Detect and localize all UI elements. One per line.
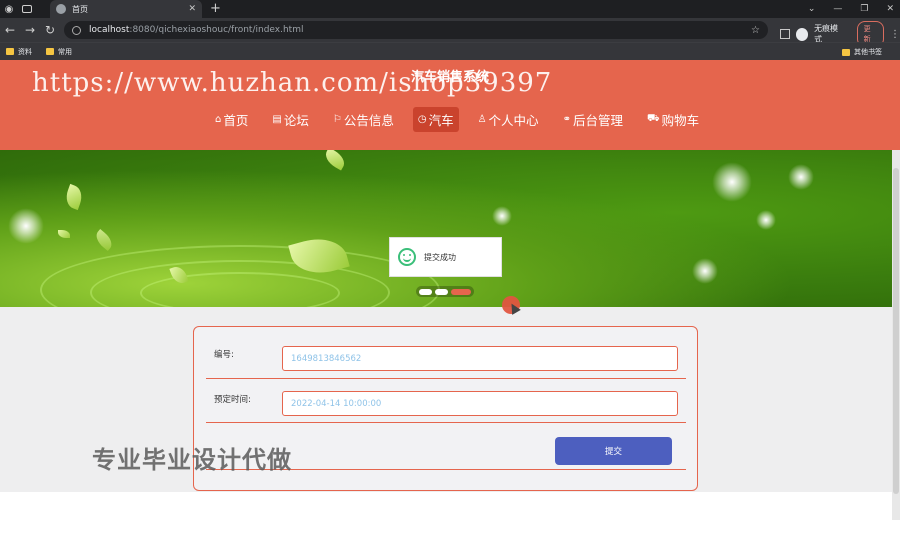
nav-label: 个人中心 xyxy=(488,113,539,128)
tab-title: 首页 xyxy=(72,4,88,14)
nav-label: 公告信息 xyxy=(343,113,394,128)
home-icon: ⌂ xyxy=(215,114,222,125)
main-nav: ⌂ 首页 ▤ 论坛 ⚐ 公告信息 ◷ 汽车 ♙ 个人中心 ⚭ 后台管理 ⛟ 购物车 xyxy=(210,107,704,132)
restore-icon[interactable]: ❐ xyxy=(860,4,868,14)
browser-profile-icon[interactable]: ◉ xyxy=(0,0,18,18)
light-glow xyxy=(8,208,44,244)
incognito-icon xyxy=(795,27,809,41)
chevron-down-icon[interactable]: ⌄ xyxy=(808,4,816,14)
time-label: 预定时间: xyxy=(214,395,251,405)
light-glow xyxy=(788,164,814,190)
carousel-dot[interactable] xyxy=(419,288,432,295)
user-icon: ♙ xyxy=(477,114,487,125)
water-ripple xyxy=(140,272,340,307)
form-row-time: 预定时间: xyxy=(206,379,686,423)
leaf-image xyxy=(92,228,116,252)
ad-watermark-text: 专业毕业设计代做 xyxy=(92,446,292,474)
tab-overview-icon[interactable] xyxy=(18,0,36,18)
site-header: 汽车销售系统 https://www.huzhan.com/ishop39397… xyxy=(0,60,900,150)
reload-icon[interactable]: ↻ xyxy=(40,23,60,37)
forum-icon: ▤ xyxy=(272,114,282,125)
folder-icon xyxy=(6,48,14,55)
nav-item-profile[interactable]: ♙ 个人中心 xyxy=(473,107,544,132)
bookmark-label: 常用 xyxy=(58,47,72,56)
cart-icon: ⛟ xyxy=(646,113,660,124)
link-icon: ⚭ xyxy=(562,114,571,125)
success-toast: 提交成功 xyxy=(389,237,502,277)
bookmark-star-icon[interactable]: ☆ xyxy=(751,25,760,36)
folder-icon xyxy=(842,48,850,56)
menu-kebab-icon[interactable]: ⋮ xyxy=(890,29,900,40)
nav-item-admin[interactable]: ⚭ 后台管理 xyxy=(558,107,628,132)
id-label: 编号: xyxy=(214,350,234,360)
window-controls: ⌄ — ❐ ✕ xyxy=(808,0,894,18)
nav-label: 购物车 xyxy=(661,113,700,128)
browser-tab-bar: ◉ 首页 ✕ + ⌄ — ❐ ✕ xyxy=(0,0,900,18)
close-tab-icon[interactable]: ✕ xyxy=(188,4,196,14)
submit-button[interactable]: 提交 xyxy=(555,437,672,465)
bookmark-folder-2[interactable]: 常用 xyxy=(46,47,72,57)
address-bar[interactable]: localhost:8080/qichexiaoshouc/front/inde… xyxy=(64,21,768,39)
globe-icon xyxy=(56,4,66,14)
browser-tab[interactable]: 首页 ✕ xyxy=(50,0,202,18)
nav-item-cars[interactable]: ◷ 汽车 xyxy=(412,107,459,132)
carousel-indicators xyxy=(416,286,474,297)
nav-item-forum[interactable]: ▤ 论坛 xyxy=(267,107,313,132)
nav-item-announcements[interactable]: ⚐ 公告信息 xyxy=(328,107,399,132)
clock-icon: ◷ xyxy=(417,114,427,125)
light-glow xyxy=(756,210,776,230)
browser-toolbar: ← → ↻ localhost:8080/qichexiaoshouc/fron… xyxy=(0,18,900,47)
minimize-icon[interactable]: — xyxy=(833,4,842,14)
light-glow xyxy=(492,206,512,226)
nav-label: 汽车 xyxy=(428,113,454,128)
id-input[interactable] xyxy=(282,346,678,371)
other-bookmarks[interactable]: 其他书签 xyxy=(842,43,882,61)
bookmark-folder-1[interactable]: 资料 xyxy=(6,47,32,57)
watermark-text: https://www.huzhan.com/ishop39397 xyxy=(32,68,553,98)
bookmark-label: 资料 xyxy=(18,47,32,56)
nav-label: 论坛 xyxy=(283,113,309,128)
new-tab-button[interactable]: + xyxy=(210,0,221,18)
time-input[interactable] xyxy=(282,391,678,416)
folder-icon xyxy=(46,48,54,55)
bookmark-label: 其他书签 xyxy=(854,48,882,56)
light-glow xyxy=(712,162,752,202)
banner-carousel: 提交成功 xyxy=(0,150,900,307)
toast-message: 提交成功 xyxy=(424,252,456,262)
page-footer-area xyxy=(0,492,900,540)
form-row-id: 编号: xyxy=(206,339,686,379)
flag-icon: ⚐ xyxy=(332,114,342,125)
leaf-image xyxy=(62,183,86,211)
site-info-icon[interactable] xyxy=(72,25,81,35)
bookmarks-bar: 资料 常用 其他书签 xyxy=(0,42,900,60)
close-window-icon[interactable]: ✕ xyxy=(886,4,894,14)
nav-label: 首页 xyxy=(223,113,249,128)
back-icon[interactable]: ← xyxy=(0,23,20,37)
smile-icon xyxy=(398,248,416,266)
carousel-dot[interactable] xyxy=(435,288,448,295)
light-glow xyxy=(692,258,718,284)
nav-item-cart[interactable]: ⛟ 购物车 xyxy=(642,107,704,132)
leaf-image xyxy=(58,230,70,238)
nav-item-home[interactable]: ⌂ 首页 xyxy=(210,107,253,132)
url-host: localhost xyxy=(89,25,130,35)
scrollbar-thumb[interactable] xyxy=(893,168,899,494)
carousel-dot-active[interactable] xyxy=(451,288,471,295)
side-panel-icon[interactable] xyxy=(780,29,790,39)
forward-icon[interactable]: → xyxy=(20,23,40,37)
nav-label: 后台管理 xyxy=(572,113,623,128)
leaf-image xyxy=(321,150,349,171)
url-path: :8080/qichexiaoshouc/front/index.html xyxy=(129,25,304,35)
